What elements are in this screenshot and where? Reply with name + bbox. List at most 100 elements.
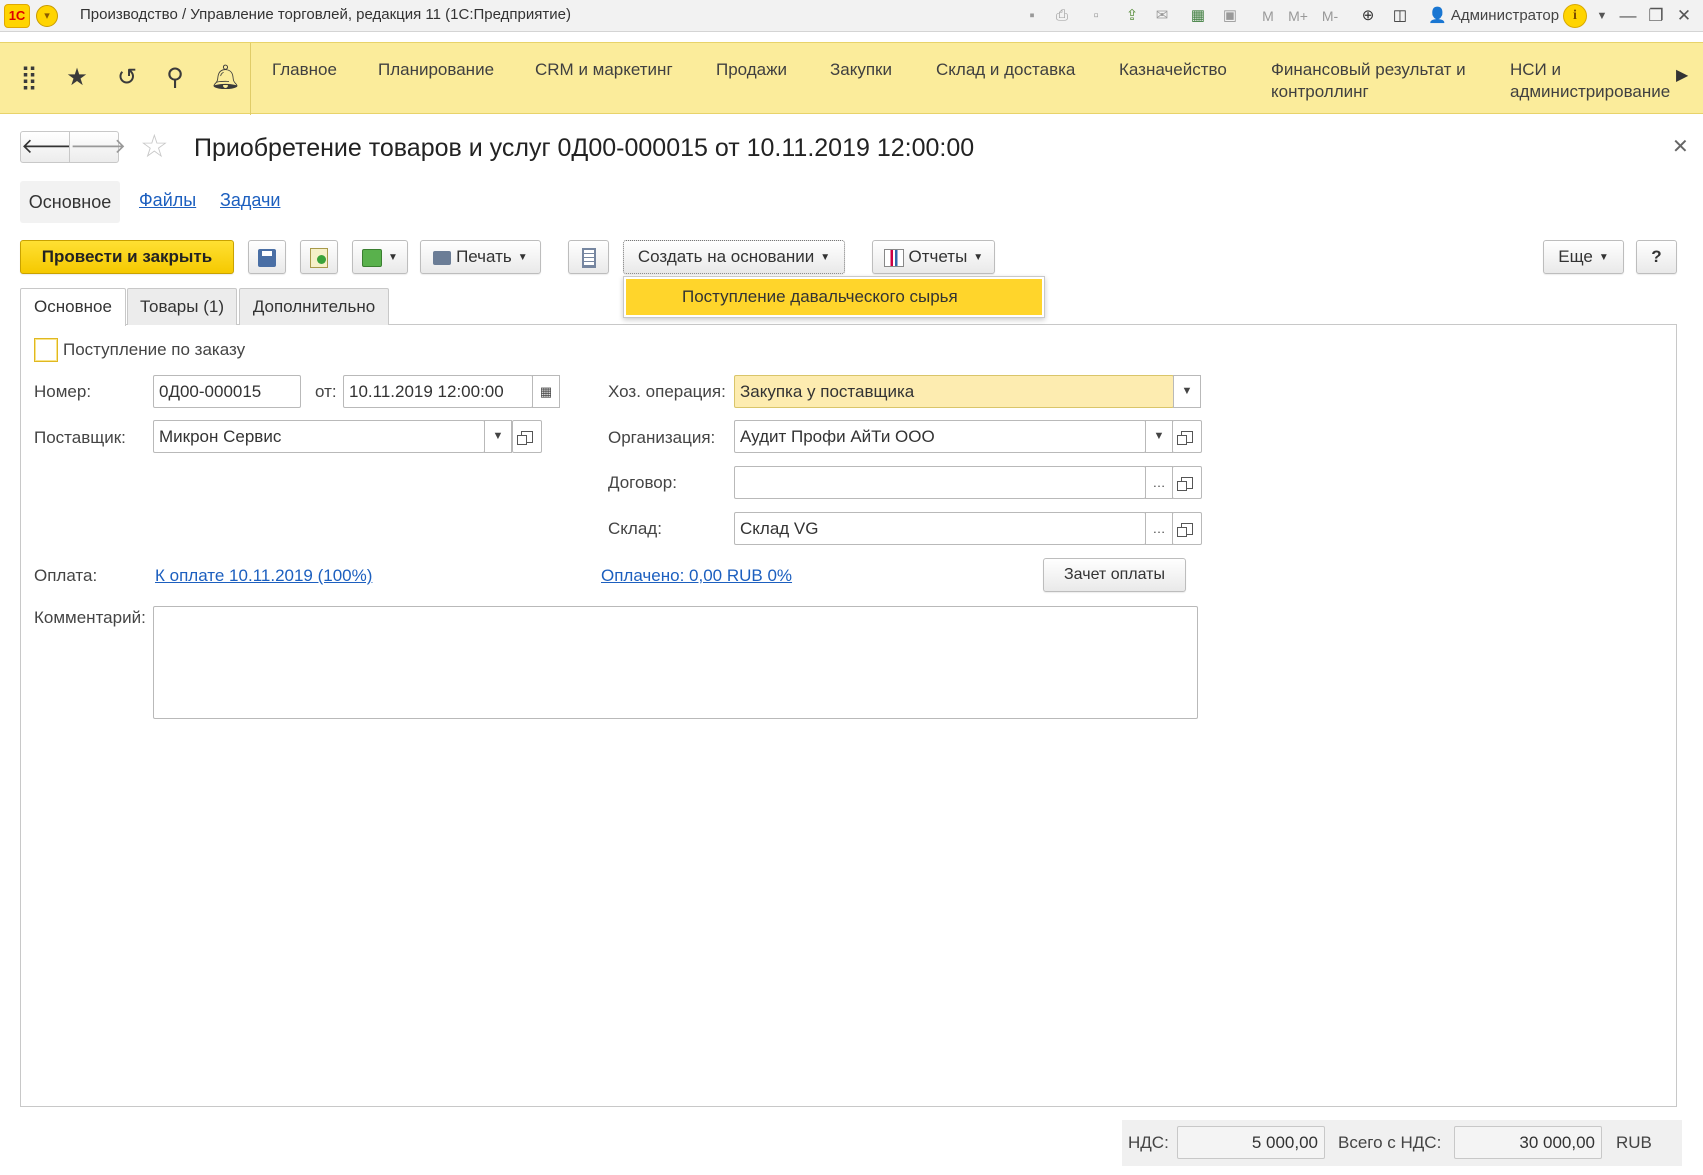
section-main[interactable]: Главное — [272, 59, 337, 81]
post-button[interactable] — [300, 240, 338, 274]
contract-select-ellipsis-icon[interactable]: … — [1145, 466, 1173, 499]
app-logo-icon: 1С — [4, 4, 30, 28]
calendar-icon[interactable]: ▦ — [532, 375, 560, 408]
by-order-label: Поступление по заказу — [63, 340, 246, 359]
chevron-down-icon: ▼ — [973, 251, 984, 263]
spreadsheet-icon[interactable]: ▦ — [1188, 6, 1208, 26]
panels-icon[interactable]: ◫ — [1390, 6, 1410, 26]
section-admin[interactable]: НСИ и администрирование — [1510, 59, 1670, 103]
list-icon — [581, 247, 596, 268]
favorite-star-icon[interactable]: ☆ — [140, 130, 169, 162]
comment-textarea[interactable] — [153, 606, 1198, 719]
by-order-checkbox[interactable] — [34, 338, 58, 362]
preview-icon[interactable]: ▫ — [1086, 6, 1106, 26]
memory-minus-button[interactable]: M- — [1316, 6, 1344, 26]
vat-total-field: 5 000,00 — [1177, 1126, 1325, 1159]
warehouse-label: Склад: — [608, 519, 662, 538]
all-functions-icon[interactable]: ⣿ — [14, 63, 44, 93]
print-button[interactable]: Печать ▼ — [420, 240, 541, 274]
related-docs-icon — [362, 248, 383, 267]
create-based-on-button[interactable]: Создать на основании ▼ — [623, 240, 845, 274]
operation-field[interactable]: Закупка у поставщика — [734, 375, 1174, 408]
paid-amount-link[interactable]: Оплачено: 0,00 RUB 0% — [601, 566, 792, 586]
payment-label: Оплата: — [34, 566, 98, 585]
print-icon[interactable]: ⎙ — [1052, 6, 1072, 26]
related-docs-button[interactable]: ▼ — [352, 240, 408, 274]
zoom-icon[interactable]: ⊕ — [1358, 6, 1378, 26]
contract-open-icon[interactable] — [1172, 466, 1202, 499]
window-close-button[interactable]: ✕ — [1672, 4, 1696, 28]
memory-m-button[interactable]: M — [1258, 6, 1278, 26]
tab-main[interactable]: Основное — [20, 288, 126, 326]
form-nav-main[interactable]: Основное — [20, 181, 120, 223]
operation-dropdown-chevron-down-icon[interactable]: ▼ — [1173, 375, 1201, 408]
section-crm[interactable]: CRM и маркетинг — [535, 59, 673, 81]
user-name[interactable]: 👤 Администратор — [1428, 6, 1559, 24]
supplier-open-icon[interactable] — [512, 420, 542, 453]
date-field[interactable]: 10.11.2019 12:00:00 — [343, 375, 533, 408]
save-icon — [258, 248, 276, 267]
chevron-down-icon: ▼ — [517, 251, 528, 263]
notifications-bell-icon[interactable]: 🔔︎ — [210, 63, 240, 93]
printer-icon — [433, 250, 452, 265]
minimize-button[interactable]: — — [1616, 4, 1640, 28]
help-button[interactable]: ? — [1636, 240, 1677, 274]
section-financial-result[interactable]: Финансовый результат и контроллинг — [1271, 59, 1466, 103]
mail-icon[interactable]: ✉ — [1152, 6, 1172, 26]
scroll-right-icon[interactable]: ▶ — [1676, 65, 1688, 85]
section-purchases[interactable]: Закупки — [830, 59, 892, 81]
post-and-close-button[interactable]: Провести и закрыть — [20, 240, 234, 274]
form-title: Приобретение товаров и услуг 0Д00-000015… — [194, 134, 975, 162]
warehouse-open-icon[interactable] — [1172, 512, 1202, 545]
contract-field[interactable] — [734, 466, 1146, 499]
save-button[interactable] — [248, 240, 286, 274]
open-icon — [1177, 522, 1193, 537]
memory-plus-button[interactable]: M+ — [1284, 6, 1312, 26]
reports-button[interactable]: Отчеты ▼ — [872, 240, 995, 274]
form-nav-tasks[interactable]: Задачи — [220, 190, 280, 211]
offset-payment-button[interactable]: Зачет оплаты — [1043, 558, 1186, 592]
warehouse-select-ellipsis-icon[interactable]: … — [1145, 512, 1173, 545]
search-icon[interactable]: ⚲ — [160, 63, 190, 93]
journal-button[interactable] — [568, 240, 609, 274]
number-field[interactable]: 0Д00-000015 — [153, 375, 301, 408]
date-from-label: от: — [315, 382, 337, 401]
payment-schedule-link[interactable]: К оплате 10.11.2019 (100%) — [155, 566, 372, 586]
history-icon[interactable]: ↺ — [112, 63, 142, 93]
maximize-button[interactable]: ❐ — [1644, 4, 1668, 28]
supplier-field[interactable]: Микрон Сервис — [153, 420, 485, 453]
section-warehouse[interactable]: Склад и доставка — [936, 59, 1075, 81]
upload-icon[interactable]: ⇪ — [1122, 6, 1142, 26]
save-icon[interactable]: ▪ — [1022, 6, 1042, 26]
forward-button[interactable]: 🡒 — [69, 131, 126, 163]
form-nav-files[interactable]: Файлы — [139, 190, 196, 211]
more-button[interactable]: Еще ▼ — [1543, 240, 1624, 274]
total-with-vat-label: Всего с НДС: — [1338, 1133, 1442, 1152]
divider — [250, 43, 251, 115]
calendar-icon[interactable]: ▣ — [1220, 6, 1240, 26]
form-close-icon[interactable]: ✕ — [1672, 134, 1689, 159]
section-planning[interactable]: Планирование — [378, 59, 494, 81]
section-sales[interactable]: Продажи — [716, 59, 787, 81]
main-menu-button[interactable]: ▾ — [36, 5, 58, 27]
organization-field[interactable]: Аудит Профи АйТи ООО — [734, 420, 1146, 453]
info-icon[interactable]: i — [1563, 4, 1587, 28]
warehouse-field[interactable]: Склад VG — [734, 512, 1146, 545]
supplier-dropdown-chevron-down-icon[interactable]: ▼ — [484, 420, 512, 453]
vat-label: НДС: — [1128, 1133, 1169, 1152]
organization-label: Организация: — [608, 428, 716, 447]
window-title: Производство / Управление торговлей, ред… — [80, 6, 571, 23]
organization-dropdown-chevron-down-icon[interactable]: ▼ — [1145, 420, 1173, 453]
open-icon — [1177, 476, 1193, 491]
section-bar: ⣿ ★ ↺ ⚲ 🔔︎ Главное Планирование CRM и ма… — [0, 42, 1703, 115]
back-button[interactable]: 🡐 — [20, 131, 77, 163]
section-treasury[interactable]: Казначейство — [1119, 59, 1227, 81]
menu-item-tolling-receipt[interactable]: Поступление давальческого сырья — [626, 279, 1042, 315]
chevron-down-icon: ▼ — [388, 251, 398, 263]
tab-goods[interactable]: Товары (1) — [127, 288, 237, 325]
tab-additional[interactable]: Дополнительно — [239, 288, 389, 325]
favorites-star-icon[interactable]: ★ — [62, 63, 92, 93]
chevron-down-icon[interactable]: ▼ — [1592, 6, 1612, 26]
currency-label: RUB — [1616, 1133, 1652, 1152]
organization-open-icon[interactable] — [1172, 420, 1202, 453]
